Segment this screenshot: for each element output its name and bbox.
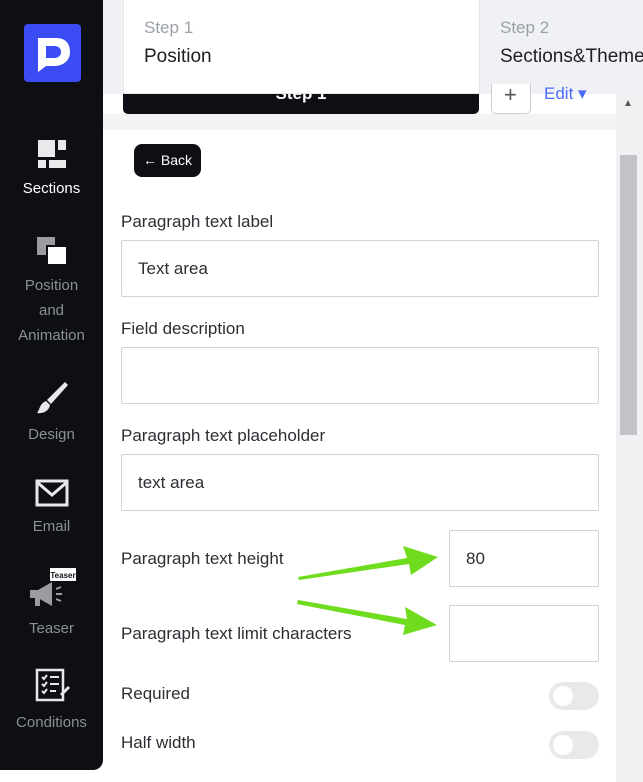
teaser-badge: Teaser xyxy=(50,571,75,580)
tab-step-1[interactable]: Step 1 Position xyxy=(123,0,480,94)
edit-dropdown[interactable]: Edit ▾ xyxy=(544,84,587,104)
tab-step-2[interactable]: Step 2 Sections&Theme xyxy=(480,0,643,94)
step-name: Sections&Theme xyxy=(500,46,643,67)
sidebar-item-conditions[interactable]: Conditions xyxy=(0,668,103,735)
scrollbar-thumb[interactable] xyxy=(620,155,637,435)
sidebar-item-label: Position xyxy=(24,277,79,294)
position-icon xyxy=(36,237,68,266)
step-name: Position xyxy=(144,46,212,67)
green-arrow-icon xyxy=(297,600,437,635)
required-toggle[interactable] xyxy=(549,682,599,710)
megaphone-icon: Teaser xyxy=(29,568,76,606)
app-root: Step 1 Position Step 2 Sections&Theme St… xyxy=(0,0,643,782)
paragraph-placeholder-input[interactable]: text area xyxy=(121,454,599,511)
step-selector-button[interactable]: Step 1 xyxy=(123,94,479,114)
sidebar-item-design[interactable]: Design xyxy=(0,380,103,447)
sidebar-item-label: Conditions xyxy=(16,714,87,731)
sidebar: Sections Position and Animation Design E… xyxy=(0,0,103,770)
paragraph-text-label-input[interactable]: Text area xyxy=(121,240,599,297)
paragraph-placeholder-label: Paragraph text placeholder xyxy=(121,426,326,445)
step-number: Step 2 xyxy=(500,18,550,37)
sidebar-item-label: Email xyxy=(32,518,71,535)
sidebar-item-label: Design xyxy=(28,426,75,443)
half-width-toggle[interactable] xyxy=(549,731,599,759)
paragraph-height-input[interactable]: 80 xyxy=(449,530,599,587)
envelope-icon xyxy=(35,479,68,507)
field-description-input[interactable] xyxy=(121,347,599,404)
sidebar-item-label: Animation xyxy=(18,327,85,344)
checklist-icon xyxy=(35,668,70,702)
sections-icon xyxy=(37,140,66,168)
paragraph-height-label: Paragraph text height xyxy=(121,549,284,568)
back-button[interactable]: ← Back xyxy=(134,144,201,177)
step-tabs: Step 1 Position Step 2 Sections&Theme xyxy=(103,0,643,94)
required-label: Required xyxy=(121,684,190,703)
paragraph-text-label-label: Paragraph text label xyxy=(121,212,274,231)
step-number: Step 1 xyxy=(144,18,194,37)
sidebar-item-label: and xyxy=(38,302,65,319)
sidebar-item-label: Sections xyxy=(22,180,81,197)
half-width-label: Half width xyxy=(121,733,196,752)
scroll-up-icon[interactable]: ▲ xyxy=(623,98,633,109)
brush-icon xyxy=(36,382,68,414)
plus-icon: + xyxy=(504,82,517,107)
logo-icon xyxy=(24,24,81,82)
field-description-label: Field description xyxy=(121,319,245,338)
add-step-button[interactable]: + xyxy=(491,82,531,114)
sidebar-item-sections[interactable]: Sections xyxy=(0,138,103,201)
sidebar-item-position-animation[interactable]: Position and Animation xyxy=(0,235,103,348)
paragraph-limit-input[interactable] xyxy=(449,605,599,662)
sidebar-item-label: Teaser xyxy=(28,620,75,637)
step-selector-label: Step 1 xyxy=(123,94,479,104)
green-arrow-icon xyxy=(298,546,438,580)
sidebar-item-teaser[interactable]: Teaser Teaser xyxy=(0,568,103,641)
sidebar-item-email[interactable]: Email xyxy=(0,478,103,539)
